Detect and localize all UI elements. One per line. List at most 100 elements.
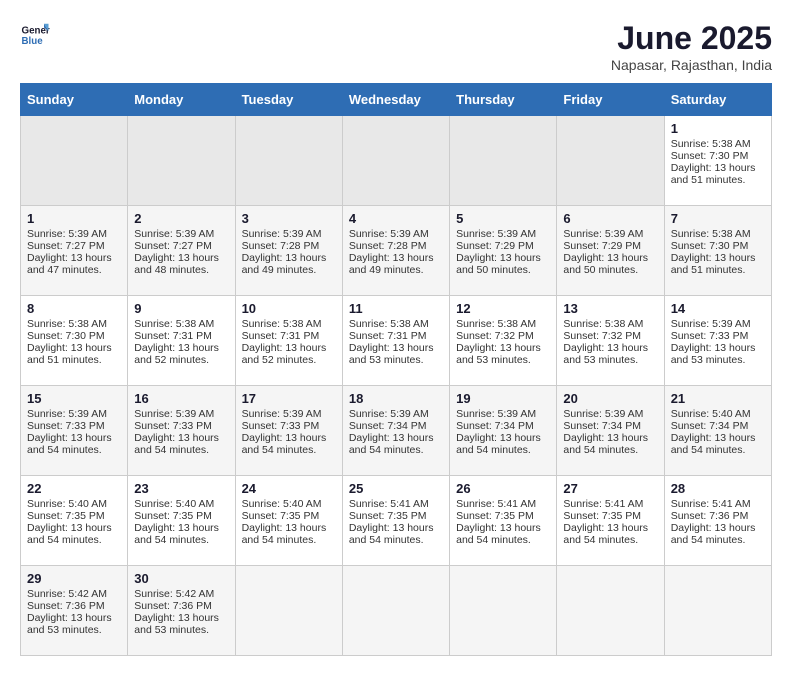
calendar-cell: 18Sunrise: 5:39 AMSunset: 7:34 PMDayligh… [342, 386, 449, 476]
sunset-text: Sunset: 7:29 PM [456, 240, 534, 252]
day-number: 14 [671, 301, 765, 316]
sunset-text: Sunset: 7:35 PM [242, 510, 320, 522]
sunset-text: Sunset: 7:33 PM [671, 330, 749, 342]
sunrise-text: Sunrise: 5:40 AM [134, 498, 214, 510]
daylight-text: Daylight: 13 hours and 54 minutes. [456, 522, 541, 546]
calendar-week-row: 1Sunrise: 5:38 AMSunset: 7:30 PMDaylight… [21, 116, 772, 206]
daylight-text: Daylight: 13 hours and 53 minutes. [27, 612, 112, 636]
calendar-cell: 14Sunrise: 5:39 AMSunset: 7:33 PMDayligh… [664, 296, 771, 386]
sunrise-text: Sunrise: 5:40 AM [671, 408, 751, 420]
sunset-text: Sunset: 7:35 PM [456, 510, 534, 522]
daylight-text: Daylight: 13 hours and 51 minutes. [671, 162, 756, 186]
day-number: 20 [563, 391, 657, 406]
column-header-tuesday: Tuesday [235, 84, 342, 116]
column-header-wednesday: Wednesday [342, 84, 449, 116]
calendar-cell: 10 Sunrise: 5:38 AMSunset: 7:31 PMDayligh… [235, 296, 342, 386]
calendar-cell [342, 116, 449, 206]
calendar-cell: 2Sunrise: 5:39 AMSunset: 7:27 PMDaylight… [128, 206, 235, 296]
sunrise-text: Sunrise: 5:38 AM [27, 318, 107, 330]
day-number: 12 [456, 301, 550, 316]
day-number: 18 [349, 391, 443, 406]
calendar-cell: 21Sunrise: 5:40 AMSunset: 7:34 PMDayligh… [664, 386, 771, 476]
sunrise-text: Sunrise: 5:39 AM [563, 408, 643, 420]
daylight-text: Daylight: 13 hours and 52 minutes. [134, 342, 219, 366]
calendar-header-row: SundayMondayTuesdayWednesdayThursdayFrid… [21, 84, 772, 116]
sunrise-text: Sunrise: 5:40 AM [242, 498, 322, 510]
daylight-text: Daylight: 13 hours and 52 minutes. [242, 342, 327, 366]
calendar-cell [235, 116, 342, 206]
sunset-text: Sunset: 7:35 PM [349, 510, 427, 522]
calendar-week-row: 15Sunrise: 5:39 AMSunset: 7:33 PMDayligh… [21, 386, 772, 476]
location-title: Napasar, Rajasthan, India [611, 57, 772, 73]
calendar-cell: 17Sunrise: 5:39 AMSunset: 7:33 PMDayligh… [235, 386, 342, 476]
daylight-text: Daylight: 13 hours and 53 minutes. [349, 342, 434, 366]
sunrise-text: Sunrise: 5:42 AM [134, 588, 214, 600]
day-number: 25 [349, 481, 443, 496]
daylight-text: Daylight: 13 hours and 54 minutes. [671, 432, 756, 456]
day-number: 10 [242, 301, 336, 316]
column-header-sunday: Sunday [21, 84, 128, 116]
sunrise-text: Sunrise: 5:38 AM [671, 228, 751, 240]
calendar-cell: 25Sunrise: 5:41 AMSunset: 7:35 PMDayligh… [342, 476, 449, 566]
sunrise-text: Sunrise: 5:39 AM [242, 228, 322, 240]
calendar-cell: 30Sunrise: 5:42 AMSunset: 7:36 PMDayligh… [128, 566, 235, 656]
sunrise-text: Sunrise: 5:39 AM [456, 228, 536, 240]
sunrise-text: Sunrise: 5:39 AM [134, 408, 214, 420]
calendar-cell [557, 116, 664, 206]
daylight-text: Daylight: 13 hours and 51 minutes. [27, 342, 112, 366]
sunrise-text: Sunrise: 5:39 AM [242, 408, 322, 420]
daylight-text: Daylight: 13 hours and 54 minutes. [134, 432, 219, 456]
sunrise-text: Sunrise: 5:39 AM [349, 228, 429, 240]
sunset-text: Sunset: 7:31 PM [349, 330, 427, 342]
calendar-cell [235, 566, 342, 656]
sunset-text: Sunset: 7:35 PM [134, 510, 212, 522]
day-number: 27 [563, 481, 657, 496]
calendar-cell: 19Sunrise: 5:39 AMSunset: 7:34 PMDayligh… [450, 386, 557, 476]
daylight-text: Daylight: 13 hours and 53 minutes. [456, 342, 541, 366]
sunrise-text: Sunrise: 5:38 AM [242, 318, 322, 330]
sunset-text: Sunset: 7:31 PM [242, 330, 320, 342]
month-title: June 2025 [611, 20, 772, 57]
sunset-text: Sunset: 7:36 PM [671, 510, 749, 522]
daylight-text: Daylight: 13 hours and 54 minutes. [27, 522, 112, 546]
daylight-text: Daylight: 13 hours and 51 minutes. [671, 252, 756, 276]
sunrise-text: Sunrise: 5:39 AM [27, 408, 107, 420]
column-header-friday: Friday [557, 84, 664, 116]
sunset-text: Sunset: 7:28 PM [349, 240, 427, 252]
page-header: General Blue June 2025 Napasar, Rajastha… [20, 20, 772, 73]
calendar-cell: 11Sunrise: 5:38 AMSunset: 7:31 PMDayligh… [342, 296, 449, 386]
sunrise-text: Sunrise: 5:38 AM [134, 318, 214, 330]
calendar-cell [128, 116, 235, 206]
sunset-text: Sunset: 7:34 PM [671, 420, 749, 432]
sunrise-text: Sunrise: 5:38 AM [456, 318, 536, 330]
daylight-text: Daylight: 13 hours and 49 minutes. [242, 252, 327, 276]
day-number: 7 [671, 211, 765, 226]
sunrise-text: Sunrise: 5:41 AM [671, 498, 751, 510]
calendar-cell: 27Sunrise: 5:41 AMSunset: 7:35 PMDayligh… [557, 476, 664, 566]
column-header-monday: Monday [128, 84, 235, 116]
sunset-text: Sunset: 7:33 PM [134, 420, 212, 432]
sunrise-text: Sunrise: 5:39 AM [134, 228, 214, 240]
calendar-cell [450, 566, 557, 656]
calendar-body: 1Sunrise: 5:38 AMSunset: 7:30 PMDaylight… [21, 116, 772, 656]
calendar-cell: 13Sunrise: 5:38 AMSunset: 7:32 PMDayligh… [557, 296, 664, 386]
daylight-text: Daylight: 13 hours and 50 minutes. [456, 252, 541, 276]
day-number: 28 [671, 481, 765, 496]
sunset-text: Sunset: 7:32 PM [563, 330, 641, 342]
daylight-text: Daylight: 13 hours and 54 minutes. [134, 522, 219, 546]
day-number: 1 [671, 121, 765, 136]
daylight-text: Daylight: 13 hours and 54 minutes. [671, 522, 756, 546]
day-number: 23 [134, 481, 228, 496]
calendar-cell: 29Sunrise: 5:42 AMSunset: 7:36 PMDayligh… [21, 566, 128, 656]
day-number: 29 [27, 571, 121, 586]
title-area: June 2025 Napasar, Rajasthan, India [611, 20, 772, 73]
daylight-text: Daylight: 13 hours and 54 minutes. [456, 432, 541, 456]
sunset-text: Sunset: 7:31 PM [134, 330, 212, 342]
calendar-cell [342, 566, 449, 656]
sunset-text: Sunset: 7:34 PM [563, 420, 641, 432]
sunset-text: Sunset: 7:33 PM [242, 420, 320, 432]
sunrise-text: Sunrise: 5:38 AM [563, 318, 643, 330]
daylight-text: Daylight: 13 hours and 54 minutes. [349, 522, 434, 546]
calendar-cell: 5Sunrise: 5:39 AMSunset: 7:29 PMDaylight… [450, 206, 557, 296]
column-header-saturday: Saturday [664, 84, 771, 116]
